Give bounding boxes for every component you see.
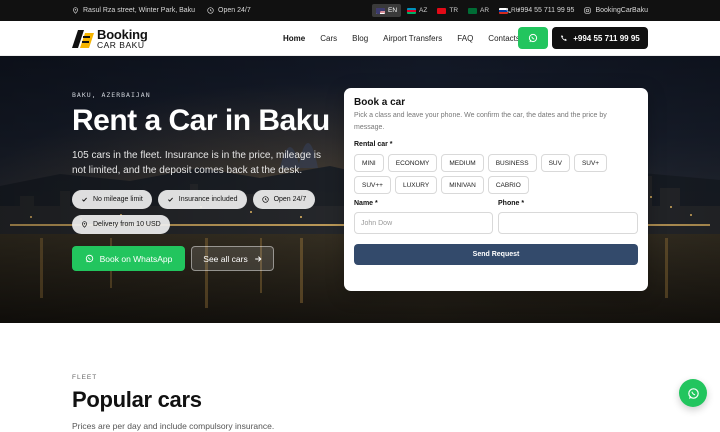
main-nav: Home Cars Blog Airport Transfers FAQ Con… [283, 21, 520, 56]
hero-actions: Book on WhatsApp See all cars [72, 246, 274, 271]
ar-flag-icon [468, 7, 478, 14]
feature-pills: No mileage limit Insurance included Open… [72, 190, 322, 234]
hero-title: Rent a Car in Baku [72, 104, 330, 137]
address-item: Rasul Rza street, Winter Park, Baku [72, 7, 195, 14]
class-option-economy[interactable]: ECONOMY [387, 154, 438, 172]
hours-text: Open 24/7 [218, 7, 251, 14]
booking-title: Book a car [354, 97, 406, 108]
nav-blog[interactable]: Blog [352, 34, 368, 43]
instagram-icon [584, 7, 592, 14]
site-logo[interactable]: Booking CAR BAKU [72, 28, 148, 50]
class-option-mini[interactable]: MINI [354, 154, 384, 172]
fleet-description: Prices are per day and include compulsor… [72, 421, 275, 431]
instagram-link[interactable]: BookingCarBaku [584, 7, 648, 14]
class-option-suv-plus-plus[interactable]: SUV++ [354, 176, 391, 194]
address-text: Rasul Rza street, Winter Park, Baku [83, 7, 196, 14]
topbar-phone-link[interactable]: +994 55 711 99 95 [505, 7, 574, 14]
floating-whatsapp-button[interactable] [679, 379, 707, 407]
see-all-cars-button[interactable]: See all cars [191, 246, 274, 271]
arrow-right-icon [254, 255, 262, 262]
pill-delivery: Delivery from 10 USD [72, 215, 170, 234]
name-input[interactable]: John Dow [354, 212, 493, 234]
phone-input[interactable] [498, 212, 638, 234]
tr-flag-icon [437, 7, 447, 14]
lang-az[interactable]: AZ [403, 4, 431, 17]
check-icon [82, 197, 87, 202]
top-info-bar: Rasul Rza street, Winter Park, Baku Open… [0, 0, 720, 21]
clock-icon [207, 7, 214, 14]
pill-insurance-included: Insurance included [157, 190, 247, 209]
booking-subtitle: Pick a class and leave your phone. We co… [354, 112, 607, 131]
check-icon [167, 197, 173, 202]
class-option-minivan[interactable]: MINIVAN [441, 176, 484, 194]
hours-item: Open 24/7 [207, 7, 251, 14]
language-switcher: EN AZ TR AR RU [372, 3, 524, 18]
class-option-suv-plus[interactable]: SUV+ [573, 154, 608, 172]
whatsapp-icon [687, 387, 699, 399]
booking-form-card: Book a car Pick a class and leave your p… [344, 88, 648, 291]
fleet-kicker: FLEET [72, 374, 98, 381]
pill-no-mileage-limit: No mileage limit [72, 190, 152, 209]
fleet-title: Popular cars [72, 387, 202, 412]
header-call-button[interactable]: +994 55 711 99 95 [552, 27, 648, 49]
phone-label: Phone * [498, 200, 525, 207]
whatsapp-icon [85, 254, 93, 263]
lang-en[interactable]: EN [372, 4, 402, 17]
class-option-medium[interactable]: MEDIUM [441, 154, 484, 172]
nav-cars[interactable]: Cars [320, 34, 337, 43]
name-label: Name * [354, 200, 378, 207]
whatsapp-icon [528, 33, 538, 43]
us-flag-icon [376, 7, 385, 14]
clock-icon [261, 196, 269, 203]
class-option-cabrio[interactable]: CABRIO [487, 176, 529, 194]
phone-icon [506, 8, 512, 14]
nav-airport-transfers[interactable]: Airport Transfers [383, 34, 442, 43]
hero-kicker: BAKU, AZERBAIJAN [72, 91, 151, 99]
nav-home[interactable]: Home [283, 34, 305, 43]
header-whatsapp-button[interactable] [518, 27, 548, 49]
logo-subtitle: CAR BAKU [97, 40, 145, 50]
car-class-options: MINI ECONOMY MEDIUM BUSINESS SUV SUV+ SU… [354, 154, 634, 194]
phone-icon [561, 35, 568, 41]
class-option-luxury[interactable]: LUXURY [394, 176, 438, 194]
send-request-button[interactable]: Send Request [354, 244, 638, 265]
nav-contacts[interactable]: Contacts [488, 34, 520, 43]
class-option-suv[interactable]: SUV [540, 154, 570, 172]
pin-icon [82, 221, 87, 228]
lang-ar[interactable]: AR [464, 4, 493, 17]
book-on-whatsapp-button[interactable]: Book on WhatsApp [72, 246, 185, 271]
az-flag-icon [407, 7, 417, 14]
location-pin-icon [73, 7, 78, 14]
logo-mark-icon [72, 29, 94, 48]
pill-open-24-7: Open 24/7 [252, 190, 316, 209]
hero-description: 105 cars in the fleet. Insurance is in t… [72, 150, 322, 176]
nav-faq[interactable]: FAQ [457, 34, 473, 43]
rental-car-label: Rental car * [354, 141, 393, 148]
lang-tr[interactable]: TR [433, 4, 462, 17]
class-option-business[interactable]: BUSINESS [487, 154, 537, 172]
